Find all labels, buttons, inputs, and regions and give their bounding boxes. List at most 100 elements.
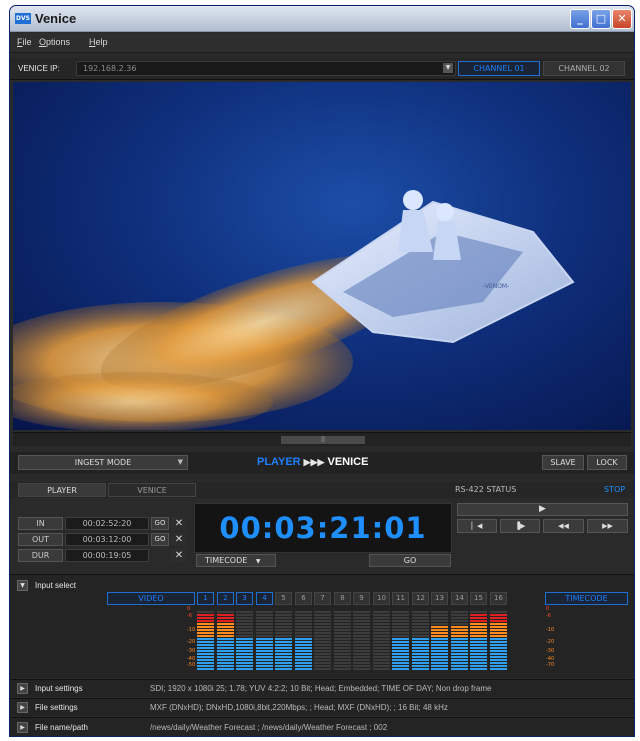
meter-segment bbox=[217, 635, 234, 637]
dur-label[interactable]: DUR bbox=[18, 549, 63, 562]
maximize-button[interactable]: □ bbox=[591, 9, 611, 29]
minimize-button[interactable]: _ bbox=[570, 9, 590, 29]
input-settings-section[interactable]: ▶ Input settings SDI; 1920 x 1080i 25; 1… bbox=[10, 679, 634, 697]
meter-segment bbox=[197, 629, 214, 631]
channel-button-2[interactable]: 2 bbox=[217, 592, 234, 605]
meter-segment bbox=[431, 656, 448, 658]
meter-segment bbox=[373, 668, 390, 670]
ip-input[interactable]: 192.168.2.36 bbox=[76, 61, 456, 76]
channel-button-5[interactable]: 5 bbox=[275, 592, 292, 605]
out-timecode-field[interactable]: 00:03:12:00 bbox=[65, 533, 149, 546]
connection-bar: VENICE IP: 192.168.2.36 ▼ CHANNEL 01 CHA… bbox=[10, 58, 634, 80]
current-timecode-display: 00:03:21:01 bbox=[194, 503, 452, 553]
video-input-tag[interactable]: VIDEO bbox=[107, 592, 195, 605]
meter-segment bbox=[275, 665, 292, 667]
meter-segment bbox=[334, 638, 351, 640]
meter-segment bbox=[412, 659, 429, 661]
channel-button-8[interactable]: 8 bbox=[334, 592, 351, 605]
meter-segment bbox=[392, 653, 409, 655]
meter-segment bbox=[490, 668, 507, 670]
file-name-section[interactable]: ▶ File name/path /news/daily/Weather For… bbox=[10, 717, 634, 736]
dur-clear-icon[interactable]: ✕ bbox=[171, 549, 187, 562]
input-settings-expand-icon[interactable]: ▶ bbox=[17, 683, 28, 694]
file-settings-expand-icon[interactable]: ▶ bbox=[17, 702, 28, 713]
meter-segment bbox=[334, 668, 351, 670]
channel-button-3[interactable]: 3 bbox=[236, 592, 253, 605]
channel-button-15[interactable]: 15 bbox=[470, 592, 487, 605]
channel-button-9[interactable]: 9 bbox=[353, 592, 370, 605]
meter-segment bbox=[470, 635, 487, 637]
preview-scrollbar[interactable]: || bbox=[13, 432, 631, 446]
title-bar[interactable]: DVS Venice _ □ ✕ bbox=[10, 6, 634, 32]
meter-segment bbox=[197, 662, 214, 664]
tab-player[interactable]: PLAYER bbox=[18, 483, 106, 497]
file-name-expand-icon[interactable]: ▶ bbox=[17, 722, 28, 733]
meter-segment bbox=[353, 629, 370, 631]
out-label[interactable]: OUT bbox=[18, 533, 63, 546]
meter-segment bbox=[451, 611, 468, 613]
ip-dropdown-icon[interactable]: ▼ bbox=[443, 63, 453, 73]
channel-button-4[interactable]: 4 bbox=[256, 592, 273, 605]
slave-button[interactable]: SLAVE bbox=[542, 455, 584, 470]
timecode-input-tag[interactable]: TIMECODE bbox=[545, 592, 628, 605]
menu-file[interactable]: File bbox=[17, 37, 32, 47]
meter-segment bbox=[412, 665, 429, 667]
channel-button-14[interactable]: 14 bbox=[451, 592, 468, 605]
menu-options[interactable]: Options bbox=[39, 37, 70, 47]
meter-segment bbox=[197, 665, 214, 667]
meter-segment bbox=[353, 644, 370, 646]
scale-30: -30 bbox=[187, 648, 196, 654]
meter-segment bbox=[256, 632, 273, 634]
out-clear-icon[interactable]: ✕ bbox=[171, 533, 187, 546]
meter-segment bbox=[236, 620, 253, 622]
meter-segment bbox=[392, 644, 409, 646]
channel-button-6[interactable]: 6 bbox=[295, 592, 312, 605]
in-go-button[interactable]: GO bbox=[151, 517, 169, 530]
close-button[interactable]: ✕ bbox=[612, 9, 632, 29]
menu-help[interactable]: Help bbox=[89, 37, 108, 47]
timecode-source-select[interactable]: TIMECODE ▼ bbox=[196, 554, 276, 567]
arrows-icon: ▶▶▶ bbox=[303, 457, 325, 467]
channel-button-10[interactable]: 10 bbox=[373, 592, 390, 605]
channel-button-11[interactable]: 11 bbox=[392, 592, 409, 605]
out-go-button[interactable]: GO bbox=[151, 533, 169, 546]
meter-segment bbox=[275, 617, 292, 619]
channel-button-16[interactable]: 16 bbox=[490, 592, 507, 605]
step-forward-button[interactable]: ▐▶ bbox=[500, 519, 540, 533]
ingest-mode-select[interactable]: INGEST MODE ▼ bbox=[18, 455, 188, 470]
channel-button-7[interactable]: 7 bbox=[314, 592, 331, 605]
meter-segment bbox=[275, 653, 292, 655]
meter-segment bbox=[353, 614, 370, 616]
channel-button-12[interactable]: 12 bbox=[412, 592, 429, 605]
meter-segment bbox=[431, 659, 448, 661]
in-label[interactable]: IN bbox=[18, 517, 63, 530]
step-back-button[interactable]: ▏◀ bbox=[457, 519, 497, 533]
meter-segment bbox=[275, 632, 292, 634]
timecode-go-button[interactable]: GO bbox=[369, 554, 451, 567]
in-timecode-field[interactable]: 00:02:52:20 bbox=[65, 517, 149, 530]
tab-venice[interactable]: VENICE bbox=[108, 483, 196, 497]
meter-segment bbox=[217, 647, 234, 649]
meter-segment bbox=[431, 623, 448, 625]
rewind-button[interactable]: ◀◀ bbox=[543, 519, 584, 533]
file-settings-section[interactable]: ▶ File settings MXF (DNxHD); DNxHD,1080i… bbox=[10, 698, 634, 716]
meter-segment bbox=[275, 629, 292, 631]
meter-segment bbox=[256, 614, 273, 616]
in-clear-icon[interactable]: ✕ bbox=[171, 517, 187, 530]
tab-channel-01[interactable]: CHANNEL 01 bbox=[458, 61, 540, 76]
meter-segment bbox=[256, 620, 273, 622]
meter-segment bbox=[217, 641, 234, 643]
meter-segment bbox=[256, 641, 273, 643]
tab-channel-02[interactable]: CHANNEL 02 bbox=[543, 61, 625, 76]
scroll-thumb[interactable]: || bbox=[281, 436, 365, 444]
meter-segment bbox=[236, 650, 253, 652]
meter-segment bbox=[412, 626, 429, 628]
lock-button[interactable]: LOCK bbox=[587, 455, 627, 470]
input-select-toggle-icon[interactable]: ▼ bbox=[17, 580, 28, 591]
fast-forward-button[interactable]: ▶▶ bbox=[587, 519, 628, 533]
dur-timecode-field[interactable]: 00:00:19:05 bbox=[65, 549, 149, 562]
meter-segment bbox=[373, 620, 390, 622]
channel-button-1[interactable]: 1 bbox=[197, 592, 214, 605]
play-button[interactable]: ▶ bbox=[457, 503, 628, 516]
channel-button-13[interactable]: 13 bbox=[431, 592, 448, 605]
